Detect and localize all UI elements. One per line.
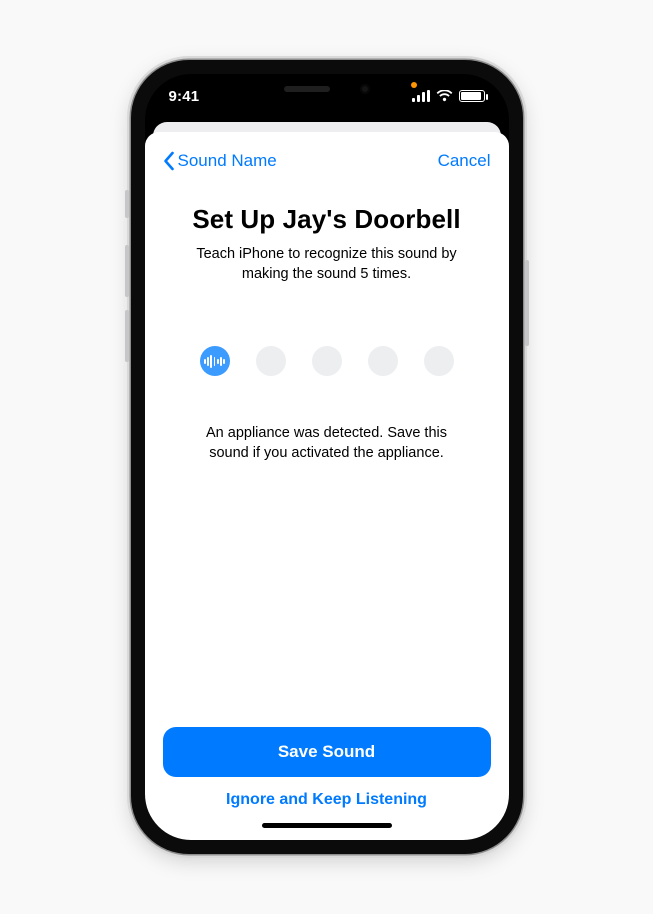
save-sound-button[interactable]: Save Sound <box>163 727 491 777</box>
wifi-icon <box>436 90 453 102</box>
cancel-label: Cancel <box>438 151 491 170</box>
audio-waveform-icon <box>204 354 226 368</box>
progress-dot-5 <box>424 346 454 376</box>
recording-dot-icon <box>411 82 417 88</box>
mute-switch <box>125 190 129 218</box>
progress-dot-4 <box>368 346 398 376</box>
page-subtitle: Teach iPhone to recognize this sound by … <box>163 245 491 284</box>
progress-dot-1-active <box>200 346 230 376</box>
sound-setup-sheet: Sound Name Cancel Set Up Jay's Doorbell … <box>145 132 509 840</box>
earpiece-speaker <box>284 86 330 92</box>
progress-dots <box>163 346 491 376</box>
page-title: Set Up Jay's Doorbell <box>163 204 491 235</box>
cancel-button[interactable]: Cancel <box>438 151 491 171</box>
notch <box>243 74 411 104</box>
nav-bar: Sound Name Cancel <box>163 146 491 176</box>
ignore-and-keep-listening-link[interactable]: Ignore and Keep Listening <box>163 791 491 809</box>
front-camera <box>360 84 370 94</box>
progress-dot-2 <box>256 346 286 376</box>
back-label: Sound Name <box>178 151 277 171</box>
home-indicator[interactable] <box>262 823 392 828</box>
chevron-left-icon <box>163 151 175 171</box>
battery-icon <box>459 90 485 102</box>
progress-dot-3 <box>312 346 342 376</box>
iphone-device-frame: 9:41 <box>131 60 523 854</box>
status-time: 9:41 <box>169 88 200 105</box>
volume-up-button <box>125 245 129 297</box>
volume-down-button <box>125 310 129 362</box>
back-button[interactable]: Sound Name <box>163 151 277 171</box>
screen: 9:41 <box>145 74 509 840</box>
power-button <box>525 260 529 346</box>
cellular-signal-icon <box>412 90 430 102</box>
detection-message: An appliance was detected. Save this sou… <box>163 424 491 463</box>
